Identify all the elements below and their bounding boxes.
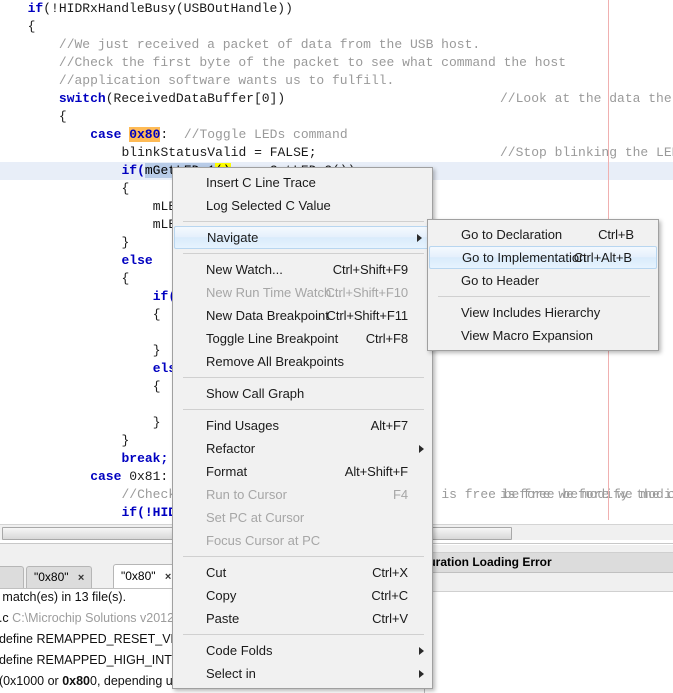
navigate-submenu[interactable]: Go to Declaration Ctrl+B Go to Implementat… [427,219,659,351]
app-window: if(!HIDRxHandleBusy(USBOutHandle)) { //We … [0,0,673,693]
menu-item-shortcut: Ctrl+Shift+F9 [332,262,408,277]
code-line: switch(ReceivedDataBuffer[0])//Look at t… [58,91,672,106]
menu-item-label: Toggle Line Breakpoint [206,331,339,346]
menu-item-shortcut: Ctrl+B [598,227,634,242]
menu-item-log-selected-c-value[interactable]: Log Selected C Value [173,194,432,217]
menu-item-label: Go to Implementation [462,250,587,265]
code-line: if(!HIDRxHandleBusy(USBOutHandle)) [27,1,293,16]
chevron-right-icon [419,669,424,678]
configuration-error-panel: guration Loading Error [421,544,673,693]
menu-item-label: Focus Cursor at PC [206,533,321,548]
menu-item-label: Go to Header [461,273,540,288]
code-line: blinkStatusValid = FALSE;//Stop blinking… [121,145,673,160]
menu-item-label: Navigate [207,230,259,245]
search-tab-partial[interactable]: × [0,566,24,588]
menu-item-label: New Run Time Watch... [206,285,343,300]
chevron-right-icon [419,444,424,453]
menu-item-label: View Macro Expansion [461,328,593,343]
menu-item-go-to-implementation[interactable]: Go to Implementation Ctrl+Alt+B [429,246,657,269]
menu-separator [183,409,424,410]
menu-item-set-pc-at-cursor: Set PC at Cursor [173,506,432,529]
menu-item-shortcut: Ctrl+C [371,588,408,603]
chevron-right-icon [419,646,424,655]
menu-item-label: Set PC at Cursor [206,510,305,525]
menu-item-shortcut: Alt+Shift+F [344,464,408,479]
menu-item-shortcut: Ctrl+Alt+B [573,250,632,265]
code-line: //We just received a packet of data from… [58,37,481,52]
menu-separator [183,377,424,378]
menu-separator [183,253,424,254]
menu-item-go-to-declaration[interactable]: Go to Declaration Ctrl+B [428,223,658,246]
menu-item-label: Paste [206,611,240,626]
menu-item-new-watch[interactable]: New Watch... Ctrl+Shift+F9 [173,258,432,281]
menu-item-code-folds[interactable]: Code Folds [173,639,432,662]
menu-item-label: New Watch... [206,262,283,277]
right-panel-header: guration Loading Error [421,553,673,573]
menu-item-label: Run to Cursor [206,487,287,502]
code-line: //application software wants us to fulfi… [58,73,395,88]
menu-item-shortcut: Ctrl+X [372,565,408,580]
result-path: C:\Microchip Solutions v2012-08- [12,611,197,625]
menu-item-navigate[interactable]: Navigate [174,226,431,249]
code-line: //Check the first byte of the packet to … [58,55,566,70]
search-tab-0x80-active[interactable]: "0x80" × [113,564,180,588]
result-file: n.c [0,611,9,625]
close-icon[interactable]: × [78,572,84,584]
menu-item-toggle-line-breakpoint[interactable]: Toggle Line Breakpoint Ctrl+F8 [173,327,432,350]
menu-separator [438,296,650,297]
menu-item-label: Cut [206,565,227,580]
menu-item-label: Show Call Graph [206,386,305,401]
right-panel-topbar [425,545,673,553]
menu-item-select-in[interactable]: Select in [173,662,432,685]
menu-item-cut[interactable]: Cut Ctrl+X [173,561,432,584]
close-icon[interactable]: × [165,571,171,583]
menu-item-format[interactable]: Format Alt+Shift+F [173,460,432,483]
search-tab-label: "0x80" [121,569,156,583]
menu-item-shortcut: Ctrl+V [372,611,408,626]
menu-item-label: Copy [206,588,237,603]
menu-separator [183,556,424,557]
menu-item-shortcut: Ctrl+Shift+F11 [326,308,409,323]
menu-item-label: Go to Declaration [461,227,563,242]
chevron-right-icon [417,233,422,242]
menu-item-label: Insert C Line Trace [206,175,316,190]
menu-item-label: View Includes Hierarchy [461,305,601,320]
menu-item-new-run-time-watch: New Run Time Watch... Ctrl+Shift+F10 [173,281,432,304]
menu-item-go-to-header[interactable]: Go to Header [428,269,658,292]
menu-item-label: Select in [206,666,256,681]
menu-item-shortcut: Ctrl+F8 [365,331,408,346]
menu-item-label: Find Usages [206,418,279,433]
menu-item-label: Refactor [206,441,256,456]
code-line: case 0x80: //Toggle LEDs command [90,127,348,142]
menu-item-show-call-graph[interactable]: Show Call Graph [173,382,432,405]
right-panel-header-label: guration Loading Error [421,555,552,569]
menu-item-label: New Data Breakpoint [206,308,329,323]
menu-item-label: Log Selected C Value [206,198,331,213]
code-line: { [27,19,36,34]
menu-item-view-includes-hierarchy[interactable]: View Includes Hierarchy [428,301,658,324]
code-line: { [58,109,67,124]
search-tab-0x80-inactive[interactable]: "0x80" × [26,566,93,588]
menu-item-copy[interactable]: Copy Ctrl+C [173,584,432,607]
right-panel-toolbar [425,573,673,592]
menu-item-focus-cursor-at-pc: Focus Cursor at PC [173,529,432,552]
menu-item-shortcut: Ctrl+Shift+F10 [325,285,409,300]
menu-item-paste[interactable]: Paste Ctrl+V [173,607,432,630]
menu-item-find-usages[interactable]: Find Usages Alt+F7 [173,414,432,437]
search-tab-label: "0x80" [34,570,69,584]
menu-item-run-to-cursor: Run to Cursor F4 [173,483,432,506]
menu-item-shortcut: F4 [393,487,408,502]
menu-item-refactor[interactable]: Refactor [173,437,432,460]
menu-item-insert-c-line-trace[interactable]: Insert C Line Trace [173,171,432,194]
menu-item-remove-all-breakpoints[interactable]: Remove All Breakpoints [173,350,432,373]
menu-item-label: Remove All Breakpoints [206,354,345,369]
menu-separator [183,634,424,635]
menu-item-label: Format [206,464,248,479]
menu-item-view-macro-expansion[interactable]: View Macro Expansion [428,324,658,347]
menu-item-label: Code Folds [206,643,273,658]
menu-item-shortcut: Alt+F7 [370,418,408,433]
menu-separator [183,221,424,222]
menu-item-new-data-breakpoint[interactable]: New Data Breakpoint Ctrl+Shift+F11 [173,304,432,327]
editor-context-menu[interactable]: Insert C Line Trace Log Selected C Value N… [172,167,433,689]
